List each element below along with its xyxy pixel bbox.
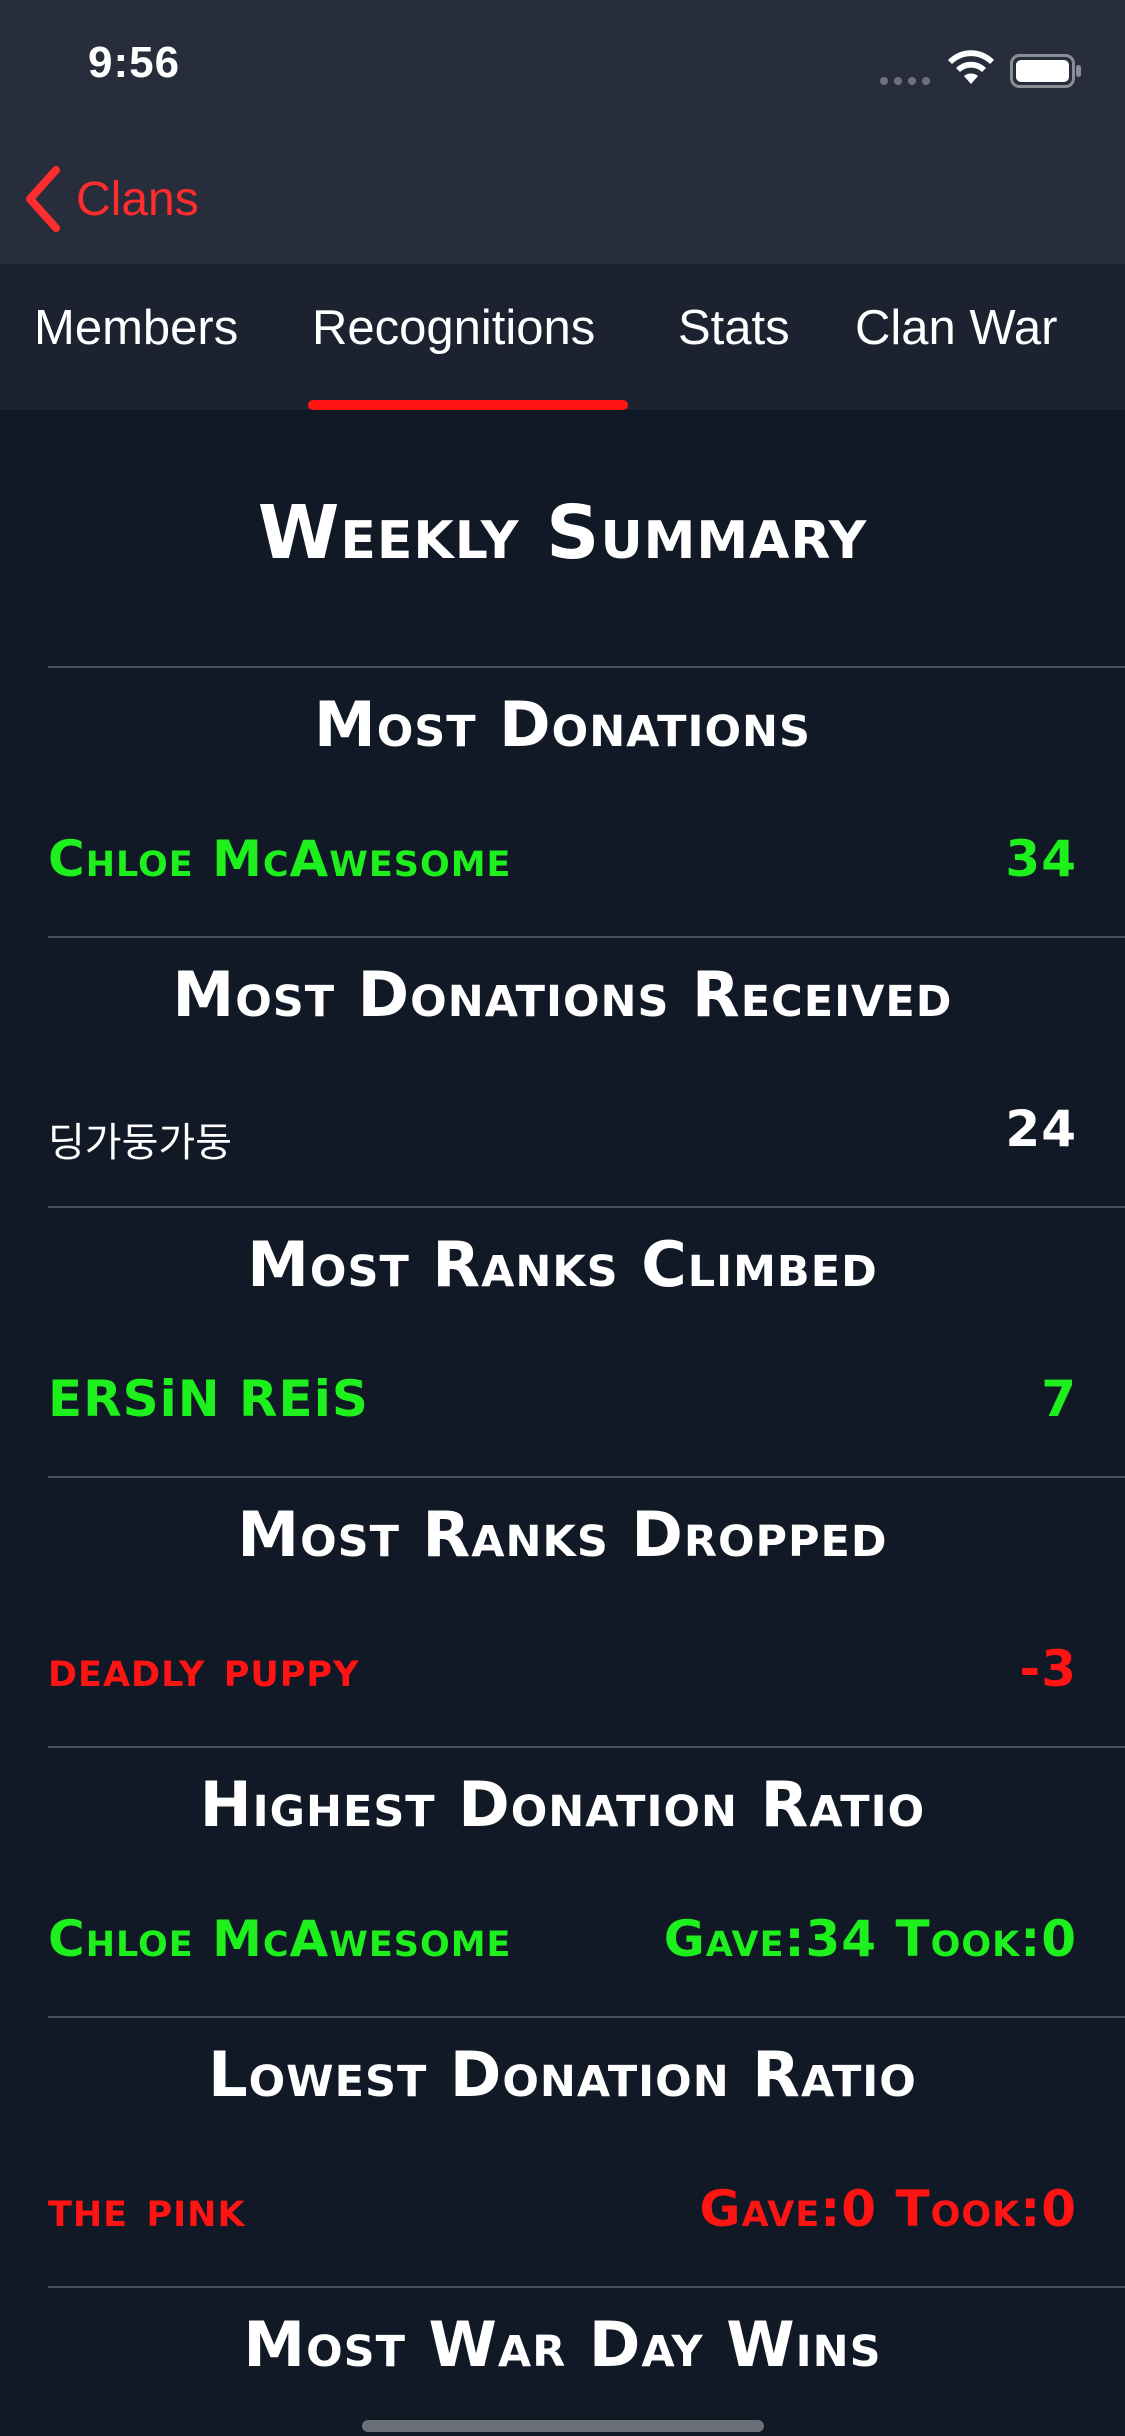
stat-value: -3 <box>1019 1640 1077 1698</box>
tab-recognitions[interactable]: Recognitions <box>312 300 595 356</box>
tab-members[interactable]: Members <box>34 300 238 356</box>
section-title: Most Donations Received <box>172 958 953 1031</box>
recognitions-content[interactable]: Weekly Summary Most Donations Chloe McAw… <box>0 410 1125 2436</box>
section-most-war-day-wins: Most War Day Wins <box>48 2286 1125 2436</box>
wifi-icon <box>948 50 994 84</box>
section-title: Most Ranks Climbed <box>247 1228 878 1301</box>
home-indicator[interactable] <box>362 2420 764 2432</box>
cellular-signal-icon <box>880 77 932 85</box>
stat-value: 24 <box>1005 1100 1077 1158</box>
section-most-donations: Most Donations Chloe McAwesome 34 <box>48 666 1125 938</box>
section-title: Highest Donation Ratio <box>199 1768 926 1841</box>
back-button-label: Clans <box>76 172 199 226</box>
section-most-ranks-dropped: Most Ranks Dropped deadly puppy -3 <box>48 1476 1125 1748</box>
section-most-donations-received: Most Donations Received 딩가둥가둥 24 <box>48 936 1125 1208</box>
member-name[interactable]: Chloe McAwesome <box>48 1910 511 1968</box>
chevron-left-icon <box>26 166 60 232</box>
status-bar: 9:56 <box>0 0 1125 132</box>
section-most-ranks-climbed: Most Ranks Climbed ERSiN REiS 7 <box>48 1206 1125 1478</box>
section-title: Most Ranks Dropped <box>237 1498 888 1571</box>
member-name[interactable]: deadly puppy <box>48 1640 359 1698</box>
navigation-bar: Clans <box>0 132 1125 264</box>
section-title: Most Donations <box>314 688 811 761</box>
member-name[interactable]: the pink <box>48 2180 246 2238</box>
stat-value: 7 <box>1041 1370 1077 1428</box>
member-name[interactable]: Chloe McAwesome <box>48 830 511 888</box>
member-name[interactable]: ERSiN REiS <box>48 1370 369 1428</box>
status-time: 9:56 <box>88 38 181 87</box>
back-button[interactable]: Clans <box>22 164 199 234</box>
section-lowest-donation-ratio: Lowest Donation Ratio the pink Gave:0 To… <box>48 2016 1125 2288</box>
member-name[interactable]: 딩가둥가둥 <box>48 1110 232 1168</box>
section-title: Lowest Donation Ratio <box>208 2038 917 2111</box>
tab-stats[interactable]: Stats <box>678 300 790 356</box>
section-highest-donation-ratio: Highest Donation Ratio Chloe McAwesome G… <box>48 1746 1125 2018</box>
battery-icon <box>1010 54 1081 88</box>
tab-clan-war[interactable]: Clan War <box>855 300 1057 356</box>
stat-value: 34 <box>1005 830 1077 888</box>
section-title: Most War Day Wins <box>243 2308 882 2381</box>
page-title: Weekly Summary <box>257 490 868 576</box>
selected-tab-indicator <box>308 400 628 410</box>
top-bar: 9:56 Clans <box>0 0 1125 264</box>
stat-value: Gave:0 Took:0 <box>699 2180 1077 2238</box>
stat-value: Gave:34 Took:0 <box>663 1910 1077 1968</box>
segment-tabs: Members Recognitions Stats Clan War <box>0 264 1125 410</box>
